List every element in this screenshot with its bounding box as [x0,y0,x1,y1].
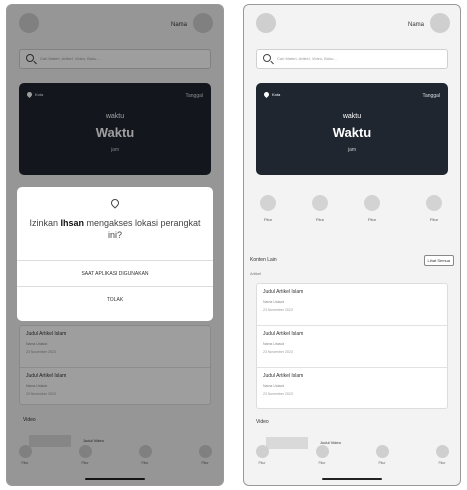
nav-item[interactable]: Fitur [370,445,394,465]
feature-item[interactable]: Fitur [420,195,448,222]
feature-icon [426,195,442,211]
nav-label: Fitur [318,461,326,465]
feature-label: Fitur [264,217,272,222]
video-section-title: Video [256,419,269,425]
nav-label: Fitur [378,461,386,465]
location-pin-icon [109,197,121,209]
article-list: Judul Artikel Islam Nama Ustadz 23 Novem… [256,283,448,409]
time-caption: waktu [342,113,362,120]
nav-icon [255,445,269,458]
list-item[interactable]: Judul Artikel Islam Nama Ustadz 23 Novem… [257,284,447,326]
article-section-title: Artikel [250,271,262,276]
home-indicator [322,478,382,480]
nav-icon [375,445,389,458]
allow-while-using-button[interactable]: SAAT APLIKASI DIGUNAKAN [17,260,213,286]
article-author: Nama Ustadz [263,384,285,388]
feature-icon [364,195,380,211]
feature-label: Fitur [430,217,438,222]
time-jam: jam [347,147,357,153]
list-item[interactable]: Judul Artikel Islam Nama Ustadz 23 Novem… [257,368,447,410]
list-item[interactable]: Judul Artikel Islam Nama Ustadz 23 Novem… [257,326,447,368]
feature-item[interactable]: Fitur [358,195,386,222]
location: Kota [262,90,281,99]
search-icon [263,54,271,62]
user-name: Nama [407,22,424,28]
phone-screen-home: Nama Cari Materi, Artikel, Video, Buku..… [243,4,461,486]
nav-label: Fitur [438,461,446,465]
dialog-text-post: mengakses lokasi perangkat ini? [83,218,201,240]
feature-grid: Fitur Fitur Fitur Fitur [254,195,450,235]
feature-icon [312,195,328,211]
dialog-message: Izinkan Ihsan mengakses lokasi perangkat… [23,217,207,241]
nav-icon [315,445,329,458]
location-label: Kota [272,92,281,97]
search-input[interactable]: Cari Materi, Artikel, Video, Buku... [256,49,448,69]
search-placeholder: Cari Materi, Artikel, Video, Buku... [277,56,337,61]
date-label: Tanggal [422,93,440,99]
feature-icon [260,195,276,211]
article-date: 23 November 2023 [263,350,293,354]
location-permission-dialog: Izinkan Ihsan mengakses lokasi perangkat… [17,187,213,321]
feature-label: Fitur [368,217,376,222]
article-date: 23 November 2023 [263,392,293,396]
dialog-text-pre: Izinkan [29,218,61,228]
nav-item[interactable]: Fitur [430,445,454,465]
feature-label: Fitur [316,217,324,222]
article-author: Nama Ustadz [263,300,285,304]
location-pin-icon [262,90,271,99]
article-title: Judul Artikel Islam [263,289,304,295]
article-date: 23 November 2023 [263,308,293,312]
nav-label: Fitur [258,461,266,465]
phone-screen-permission: Nama Cari Materi, Artikel, Video, Buku..… [6,4,224,486]
article-author: Nama Ustadz [263,342,285,346]
see-all-button[interactable]: Lihat Semua [423,255,454,266]
nav-icon [435,445,449,458]
content-section-title: Konten Lain [250,257,277,263]
article-title: Judul Artikel Islam [263,331,304,337]
feature-item[interactable]: Fitur [254,195,282,222]
dialog-app-name: Ihsan [60,218,84,228]
feature-item[interactable]: Fitur [306,195,334,222]
prayer-time-card: Kota Tanggal waktu Waktu jam [256,83,448,175]
avatar[interactable] [430,13,450,33]
article-title: Judul Artikel Islam [263,373,304,379]
deny-button[interactable]: TOLAK [17,286,213,312]
time-title: Waktu [332,125,372,140]
bottom-nav: Fitur Fitur Fitur Fitur [244,445,460,471]
nav-item[interactable]: Fitur [250,445,274,465]
nav-item[interactable]: Fitur [310,445,334,465]
menu-avatar[interactable] [256,13,276,33]
